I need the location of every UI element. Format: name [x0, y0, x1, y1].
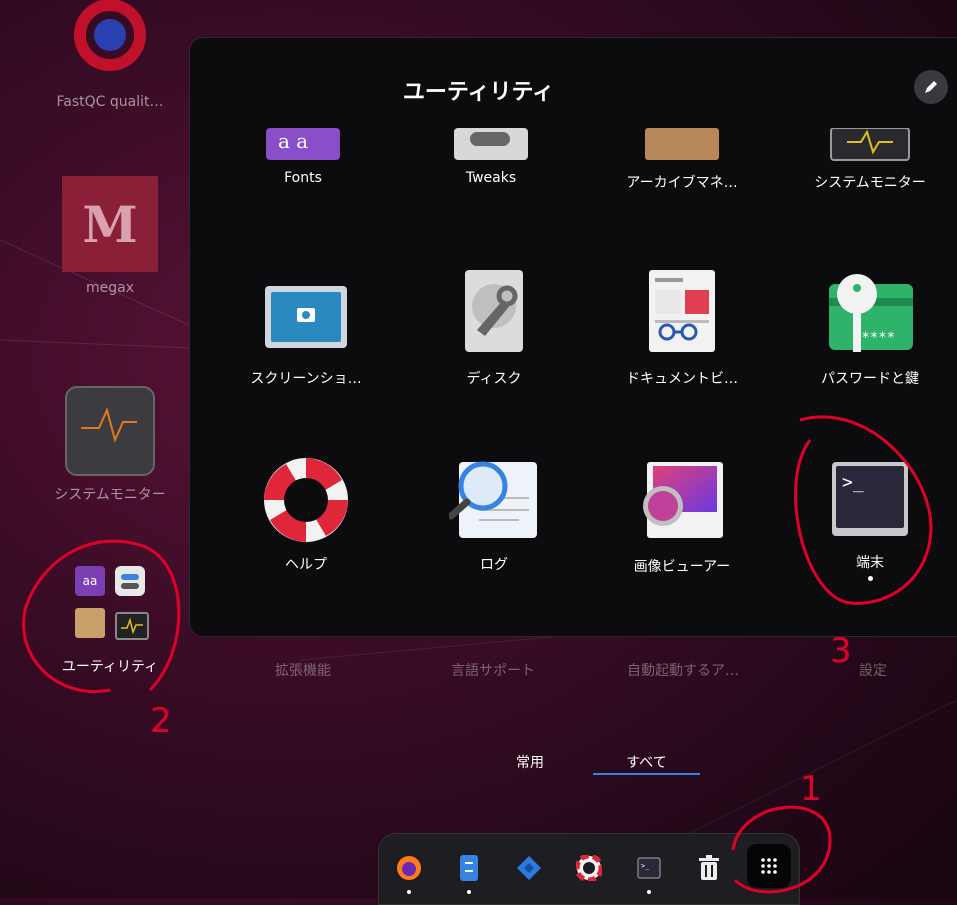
- app-language-support[interactable]: 言語サポート: [418, 660, 568, 680]
- tab-active-indicator: [593, 773, 700, 775]
- app-system-monitor-bg[interactable]: システムモニター: [35, 386, 185, 504]
- edit-folder-button[interactable]: [914, 70, 948, 104]
- archive-manager-icon: [645, 128, 719, 160]
- app-screenshot[interactable]: スクリーンショ…: [216, 284, 396, 388]
- passwords-keys-icon: *****: [829, 274, 913, 352]
- app-terminal[interactable]: >_ 端末: [780, 460, 957, 581]
- megax-icon: M: [62, 176, 158, 272]
- pencil-icon: [925, 81, 937, 93]
- app-label: 端末: [856, 555, 884, 571]
- vscode-icon: [517, 856, 541, 880]
- folder-title: ユーティリティ: [402, 80, 555, 105]
- dock-trash[interactable]: [689, 848, 729, 888]
- app-system-monitor[interactable]: システムモニター: [780, 128, 957, 192]
- files-icon: [460, 855, 478, 881]
- show-apps-button[interactable]: [747, 844, 791, 888]
- dock-firefox[interactable]: [389, 848, 429, 894]
- help-icon: [264, 458, 348, 542]
- dock-vscode[interactable]: [509, 848, 549, 888]
- app-label: ディスク: [466, 371, 522, 387]
- svg-text:>_: >_: [641, 862, 650, 870]
- firefox-icon: [397, 856, 421, 880]
- tweaks-icon: [454, 128, 528, 160]
- app-label: megax: [85, 280, 134, 296]
- running-indicator: [647, 890, 651, 894]
- app-autostart[interactable]: 自動起動するア…: [608, 660, 758, 680]
- app-megax[interactable]: M megax: [35, 176, 185, 296]
- annotation-number: 2: [150, 701, 172, 741]
- help-icon: [576, 855, 602, 881]
- folder-utilities[interactable]: aa ユーティリティ: [35, 562, 185, 676]
- tab-frequent[interactable]: 常用: [500, 752, 560, 772]
- app-settings[interactable]: 設定: [798, 660, 948, 680]
- terminal-icon: >_: [832, 462, 908, 536]
- folder-icon: aa: [67, 562, 153, 648]
- app-label: 言語サポート: [451, 663, 535, 679]
- app-fonts[interactable]: a a Fonts: [213, 128, 393, 186]
- screenshot-icon: [265, 286, 347, 348]
- logs-icon: [449, 461, 537, 538]
- dock-terminal[interactable]: >_: [629, 848, 669, 894]
- app-disks[interactable]: ディスク: [404, 268, 584, 388]
- svg-text:a a: a a: [278, 129, 308, 153]
- system-monitor-icon: [65, 386, 155, 476]
- tab-all[interactable]: すべて: [593, 752, 700, 772]
- app-grid-icon: [761, 858, 777, 874]
- app-label: ドキュメントビ…: [626, 371, 738, 387]
- svg-text:>_: >_: [842, 472, 864, 493]
- system-monitor-icon: [830, 128, 910, 161]
- image-viewer-icon: [643, 462, 723, 538]
- app-label: システムモニター: [814, 175, 926, 191]
- disks-icon: [465, 270, 523, 352]
- app-document-viewer[interactable]: ドキュメントビ…: [592, 268, 772, 388]
- app-help[interactable]: ヘルプ: [216, 456, 396, 574]
- app-image-viewer[interactable]: 画像ビューアー: [592, 460, 772, 576]
- app-label: スクリーンショ…: [250, 371, 362, 387]
- dock: >_: [378, 833, 800, 905]
- running-indicator: [867, 576, 873, 581]
- dock-files[interactable]: [449, 848, 489, 894]
- terminal-icon: >_: [637, 857, 661, 879]
- app-label: 自動起動するア…: [627, 663, 739, 679]
- app-label: 拡張機能: [275, 663, 331, 679]
- running-indicator: [467, 890, 471, 894]
- app-passwords-keys[interactable]: ***** パスワードと鍵: [780, 272, 957, 388]
- document-viewer-icon: [649, 270, 715, 352]
- fonts-icon: a a: [266, 128, 340, 160]
- app-logs[interactable]: ログ: [404, 458, 584, 574]
- app-label: ユーティリティ: [61, 659, 159, 675]
- app-label: パスワードと鍵: [821, 371, 919, 387]
- running-indicator: [407, 890, 411, 894]
- app-label: システムモニター: [54, 487, 166, 503]
- app-tweaks[interactable]: Tweaks: [401, 128, 581, 186]
- dock-help[interactable]: [569, 848, 609, 888]
- app-label: 設定: [859, 663, 887, 679]
- app-label: Tweaks: [465, 170, 517, 186]
- app-label: アーカイブマネ…: [626, 175, 738, 191]
- app-label: 画像ビューアー: [633, 559, 731, 575]
- app-label: ログ: [480, 557, 508, 573]
- app-label: ヘルプ: [285, 557, 327, 573]
- annotation-number: 1: [800, 769, 822, 809]
- app-extensions[interactable]: 拡張機能: [228, 660, 378, 680]
- trash-icon: [699, 855, 719, 880]
- app-label: Fonts: [284, 170, 322, 186]
- app-archive-manager[interactable]: アーカイブマネ…: [592, 128, 772, 192]
